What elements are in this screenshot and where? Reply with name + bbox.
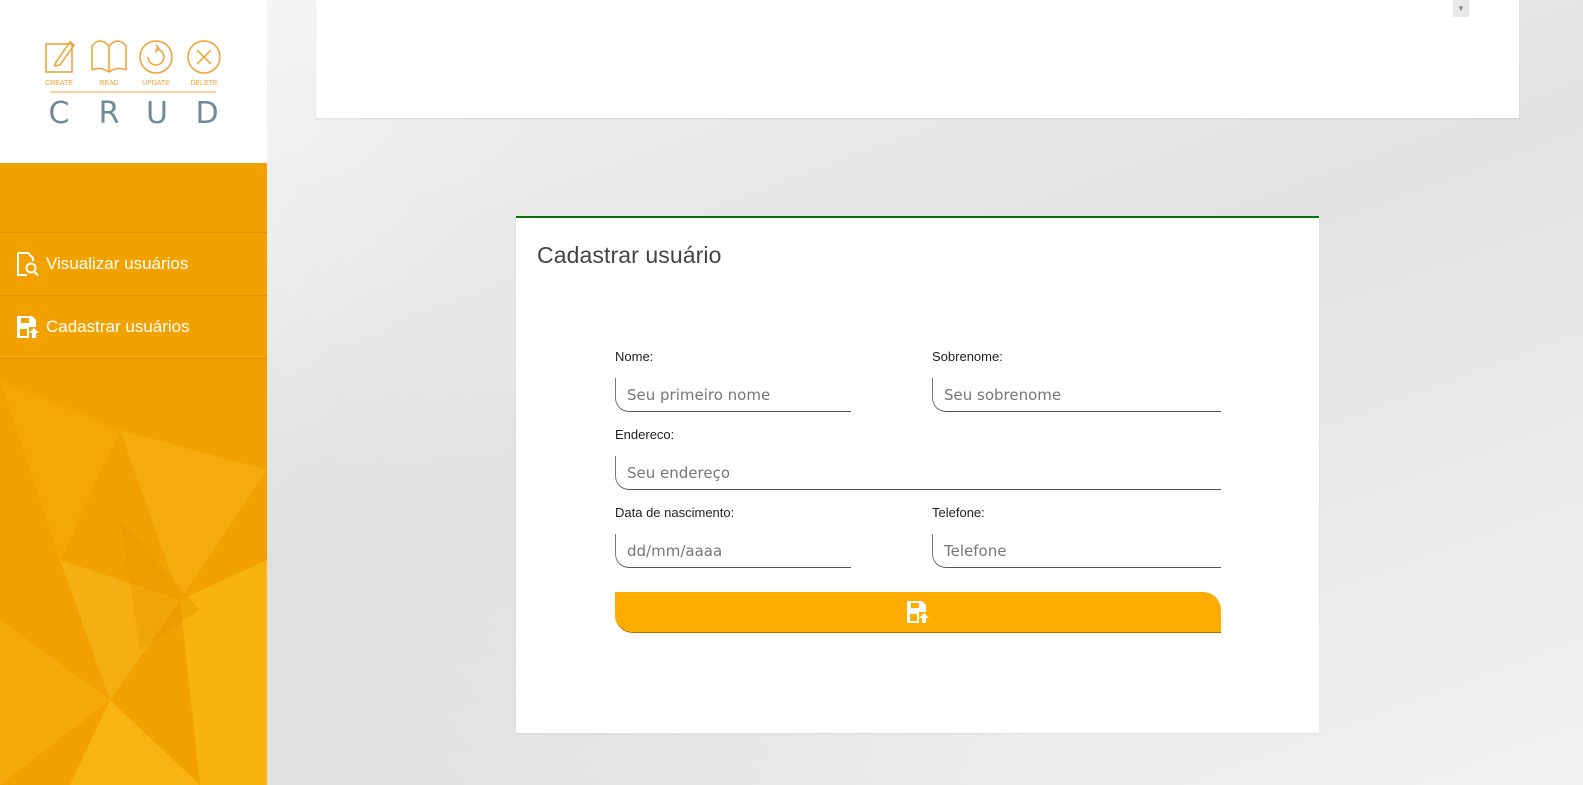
nascimento-field (615, 534, 851, 568)
nome-field (615, 378, 851, 412)
nascimento-label: Data de nascimento: (615, 505, 735, 520)
refresh-icon (139, 40, 173, 74)
edit-icon (45, 40, 76, 73)
logo-caption-read: READ (99, 80, 118, 87)
sobrenome-field (932, 378, 1221, 412)
logo-caption-delete: DELETE (190, 80, 218, 87)
page-title: Cadastrar usuário (537, 242, 722, 268)
sidebar-item-cadastrar-usuarios[interactable]: Cadastrar usuários (0, 296, 267, 359)
logo-letter-d: D (195, 96, 218, 128)
sidebar-item-visualizar-usuarios[interactable]: Visualizar usuários (0, 233, 267, 296)
nascimento-input[interactable] (616, 534, 851, 567)
logo-letter-u: U (146, 96, 168, 128)
nome-input[interactable] (616, 378, 851, 411)
sobrenome-label: Sobrenome: (932, 349, 1003, 364)
book-icon (91, 40, 127, 73)
nome-label: Nome: (615, 349, 654, 364)
endereco-input[interactable] (616, 456, 1221, 489)
dropdown-arrow-icon[interactable]: ▼ (1453, 0, 1469, 17)
top-panel: ▼ (316, 0, 1519, 118)
crud-logo: CREATE READ UPDATE DELETE C R U D (45, 40, 221, 128)
register-user-card: Cadastrar usuário Nome: Sobrenome: Ender… (516, 216, 1319, 733)
save-icon (17, 316, 39, 338)
save-button[interactable] (615, 592, 1221, 633)
telefone-label: Telefone: (932, 505, 985, 520)
sidebar-menu: Visualizar usuários Cadastrar usuários (0, 232, 267, 359)
logo-area: CREATE READ UPDATE DELETE C R U D (0, 0, 267, 163)
logo-caption-update: UPDATE (142, 80, 170, 87)
sidebar: CREATE READ UPDATE DELETE C R U D Visual… (0, 0, 267, 785)
sobrenome-input[interactable] (933, 378, 1221, 411)
delete-icon (187, 40, 221, 74)
endereco-field (615, 456, 1221, 490)
endereco-label: Endereco: (615, 427, 675, 442)
logo-letter-r: R (99, 96, 120, 128)
save-icon (907, 601, 929, 623)
sidebar-item-label: Visualizar usuários (46, 254, 189, 273)
search-document-icon (17, 252, 39, 277)
sidebar-item-label: Cadastrar usuários (46, 317, 190, 336)
telefone-input[interactable] (933, 534, 1221, 567)
logo-letter-c: C (49, 96, 70, 128)
telefone-field (932, 534, 1221, 568)
logo-caption-create: CREATE (45, 80, 73, 87)
